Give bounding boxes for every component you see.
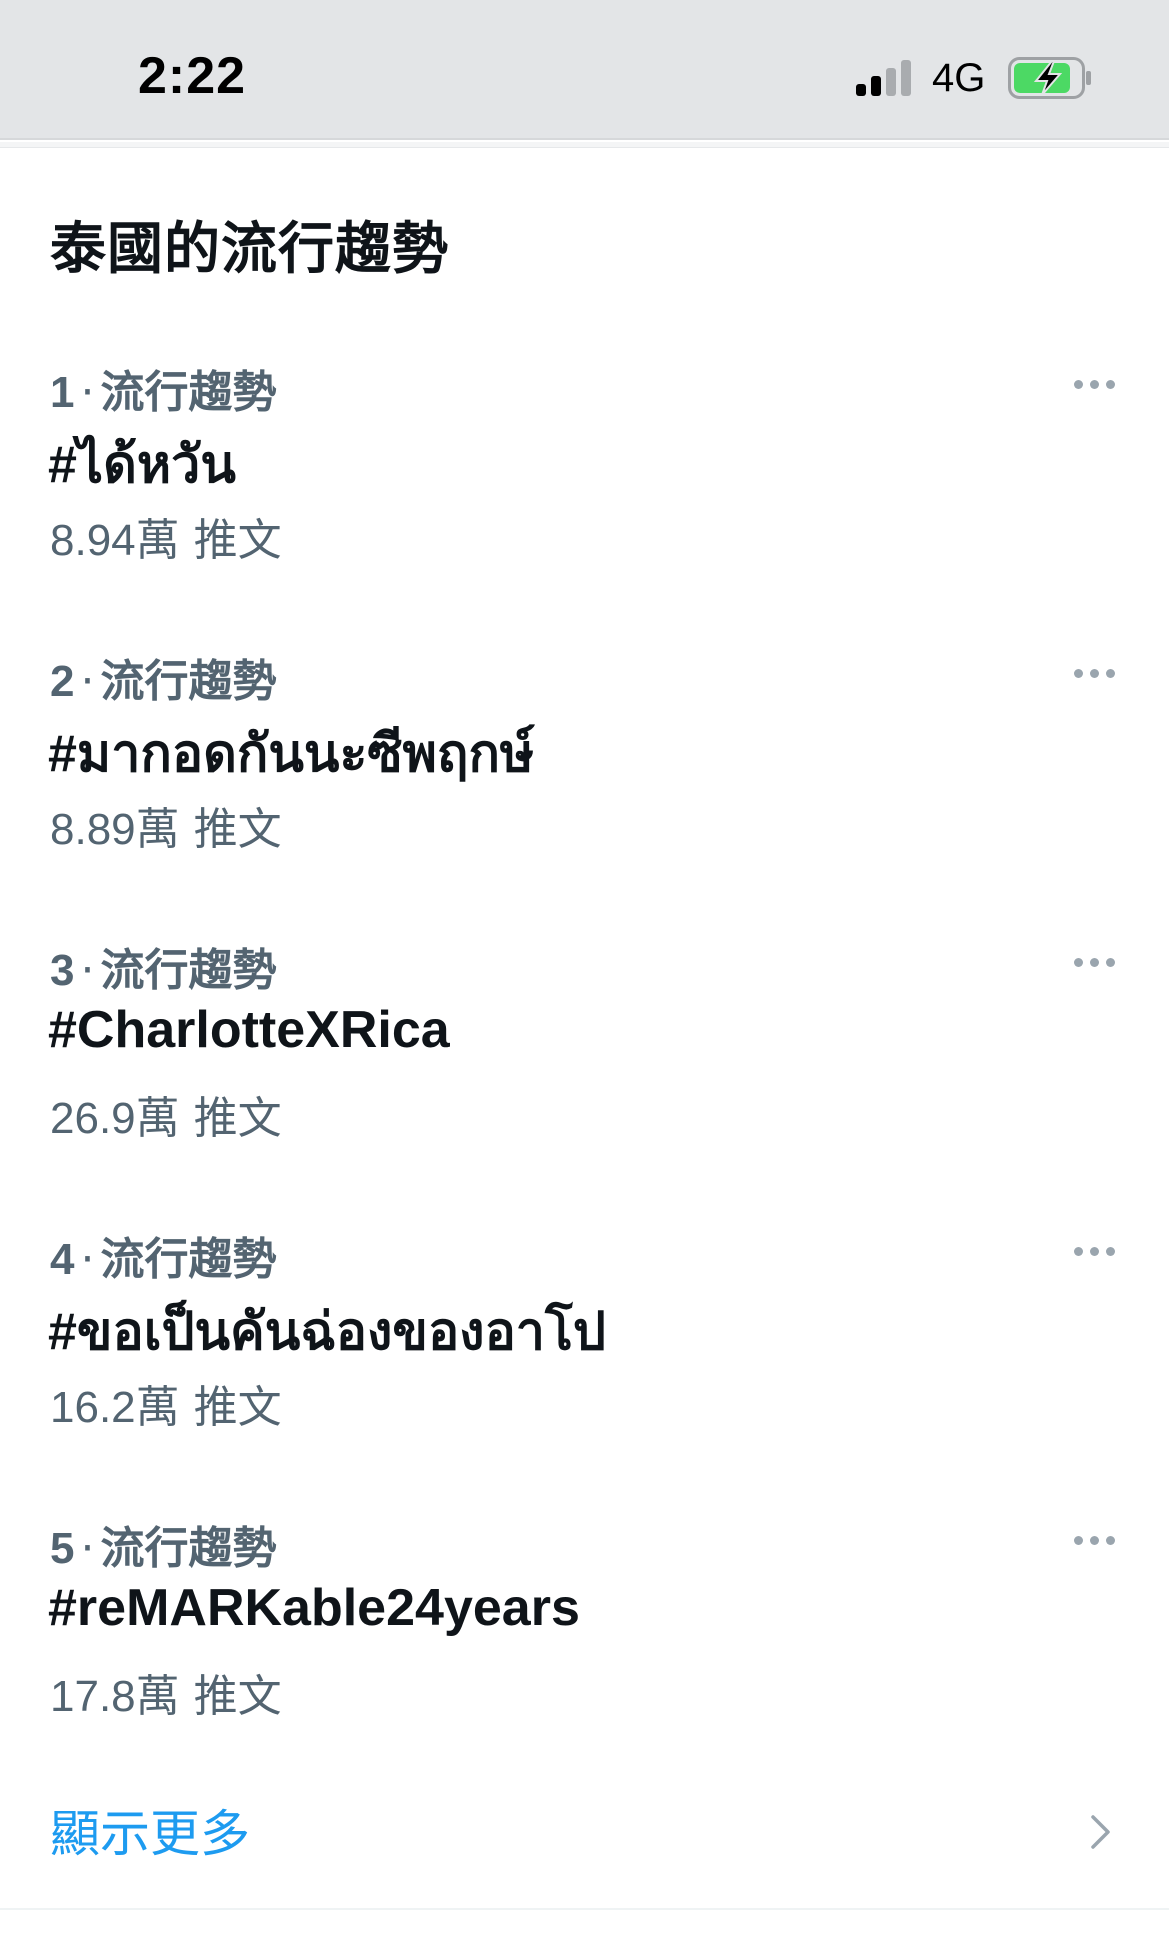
trend-meta: 4 · 流行趨勢 [50,1223,276,1287]
trend-item[interactable]: 1 · 流行趨勢 #ได้หวัน 8.94萬 推文 [0,356,1169,646]
trend-item[interactable]: 3 · 流行趨勢 #CharlotteXRica 26.9萬 推文 [0,934,1169,1224]
separator-dot: · [80,656,95,707]
section-title: 泰國的流行趨勢 [50,217,449,282]
trend-rank: 2 [50,657,75,706]
trend-item[interactable]: 2 · 流行趨勢 #มากอดกันนะซีพฤกษ์ 8.89萬 推文 [0,645,1169,935]
trend-category: 流行趨勢 [100,945,277,996]
cellular-signal-icon [856,58,912,96]
more-options-icon[interactable] [1070,952,1120,972]
battery-charging-icon [1008,57,1091,99]
trend-category: 流行趨勢 [100,367,277,418]
trend-tweet-count: 16.2萬 推文 [50,1371,282,1435]
header-separator [0,142,1169,148]
trend-rank: 4 [50,1235,75,1284]
trend-name[interactable]: #ได้หวัน [48,422,236,505]
trend-meta: 5 · 流行趨勢 [50,1512,276,1576]
show-more-row[interactable]: 顯示更多 [0,1768,1169,1888]
separator-dot: · [80,1523,95,1574]
trend-count-value: 26.9萬 [50,1094,180,1143]
trend-count-unit: 推文 [193,515,282,566]
status-bar: 2:22 4G [0,0,1169,140]
trend-rank: 3 [50,946,75,995]
trend-tweet-count: 8.94萬 推文 [50,504,282,568]
trend-name[interactable]: #reMARKable24years [48,1578,580,1638]
trend-count-value: 17.8萬 [50,1672,180,1721]
trend-meta: 3 · 流行趨勢 [50,934,276,998]
separator-dot: · [80,1234,95,1285]
bottom-divider [0,1908,1169,1910]
trend-tweet-count: 8.89萬 推文 [50,793,282,857]
trend-category: 流行趨勢 [100,656,277,707]
trend-name[interactable]: #ขอเป็นคันฉ่องของอาโป [48,1289,606,1372]
trend-category: 流行趨勢 [100,1234,277,1285]
more-options-icon[interactable] [1070,1530,1120,1550]
chevron-right-icon [1091,1815,1110,1849]
more-options-icon[interactable] [1070,663,1120,683]
more-options-icon[interactable] [1070,374,1120,394]
trend-count-unit: 推文 [193,1093,282,1144]
more-options-icon[interactable] [1070,1241,1120,1261]
trend-tweet-count: 26.9萬 推文 [50,1082,282,1146]
trend-count-unit: 推文 [193,1382,282,1433]
trend-item[interactable]: 5 · 流行趨勢 #reMARKable24years 17.8萬 推文 [0,1512,1169,1802]
trend-name[interactable]: #CharlotteXRica [48,1000,450,1060]
trend-item[interactable]: 4 · 流行趨勢 #ขอเป็นคันฉ่องของอาโป 16.2萬 推文 [0,1223,1169,1513]
trend-count-unit: 推文 [193,1671,282,1722]
trend-count-unit: 推文 [193,804,282,855]
show-more-link[interactable]: 顯示更多 [50,1794,250,1866]
trend-count-value: 16.2萬 [50,1383,180,1432]
trend-meta: 2 · 流行趨勢 [50,645,276,709]
network-type-label: 4G [932,56,986,100]
trend-name[interactable]: #มากอดกันนะซีพฤกษ์ [48,711,534,794]
separator-dot: · [80,945,95,996]
trend-tweet-count: 17.8萬 推文 [50,1660,282,1724]
separator-dot: · [80,367,95,418]
trend-count-value: 8.94萬 [50,516,180,565]
trend-meta: 1 · 流行趨勢 [50,356,276,420]
trend-rank: 1 [50,368,75,417]
trend-count-value: 8.89萬 [50,805,180,854]
status-time: 2:22 [138,47,247,105]
trend-category: 流行趨勢 [100,1523,277,1574]
trend-rank: 5 [50,1524,75,1573]
